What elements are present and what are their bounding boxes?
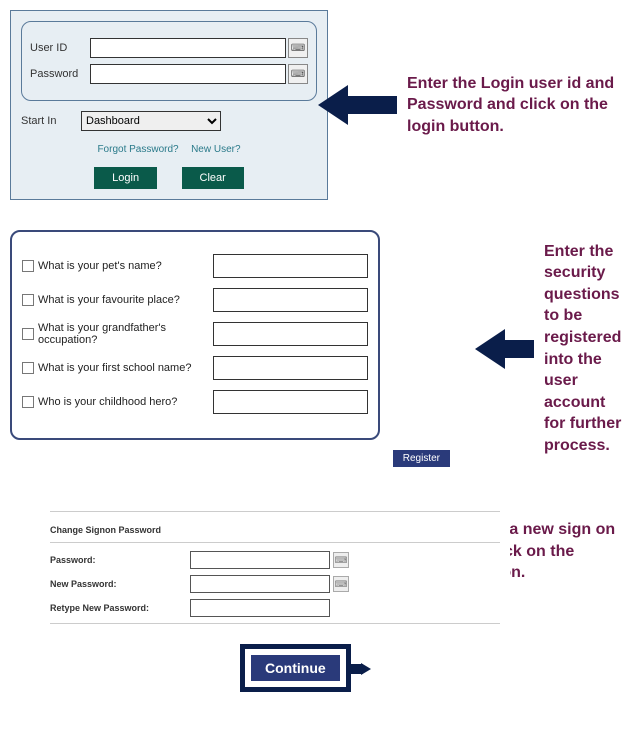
- security-questions-panel: What is your pet's name? What is your fa…: [10, 230, 380, 440]
- login-credentials-box: User ID ⌨ Password ⌨: [21, 21, 317, 101]
- change-password-panel: Change Signon Password Password: ⌨ New P…: [40, 497, 510, 702]
- security-checkbox[interactable]: [22, 396, 34, 408]
- pointer-icon: [361, 663, 371, 675]
- password-input[interactable]: [90, 64, 286, 84]
- security-checkbox[interactable]: [22, 294, 34, 306]
- security-question-label: What is your first school name?: [38, 362, 213, 374]
- security-answer-input[interactable]: [213, 356, 368, 380]
- user-id-label: User ID: [30, 42, 90, 54]
- security-caption: Enter the security questions to be regis…: [544, 241, 627, 457]
- security-answer-input[interactable]: [213, 288, 368, 312]
- security-answer-input[interactable]: [213, 390, 368, 414]
- keyboard-icon[interactable]: ⌨: [288, 64, 308, 84]
- register-button[interactable]: Register: [393, 450, 450, 467]
- start-in-label: Start In: [21, 115, 81, 127]
- security-answer-input[interactable]: [213, 322, 368, 346]
- login-panel: User ID ⌨ Password ⌨ Start In Dashboard …: [10, 10, 328, 200]
- security-answer-input[interactable]: [213, 254, 368, 278]
- arrow-left-icon: [318, 85, 397, 125]
- security-checkbox[interactable]: [22, 260, 34, 272]
- login-caption: Enter the Login user id and Password and…: [407, 73, 627, 138]
- keyboard-icon[interactable]: ⌨: [333, 576, 349, 592]
- login-button[interactable]: Login: [94, 167, 157, 189]
- cp-new-password-label: New Password:: [50, 579, 190, 589]
- keyboard-icon[interactable]: ⌨: [288, 38, 308, 58]
- keyboard-icon[interactable]: ⌨: [333, 552, 349, 568]
- continue-highlight-box: Continue: [240, 644, 351, 692]
- change-password-title: Change Signon Password: [50, 525, 161, 535]
- security-question-label: What is your pet's name?: [38, 260, 213, 272]
- security-checkbox[interactable]: [22, 328, 34, 340]
- password-label: Password: [30, 68, 90, 80]
- cp-password-input[interactable]: [190, 551, 330, 569]
- security-question-label: What is your favourite place?: [38, 294, 213, 306]
- security-question-label: Who is your childhood hero?: [38, 396, 213, 408]
- security-checkbox[interactable]: [22, 362, 34, 374]
- cp-new-password-input[interactable]: [190, 575, 330, 593]
- continue-button[interactable]: Continue: [251, 655, 340, 681]
- new-user-link[interactable]: New User?: [191, 144, 240, 155]
- cp-retype-input[interactable]: [190, 599, 330, 617]
- arrow-left-icon: [475, 329, 534, 369]
- user-id-input[interactable]: [90, 38, 286, 58]
- forgot-password-link[interactable]: Forgot Password?: [97, 144, 178, 155]
- security-question-label: What is your grandfather's occupation?: [38, 322, 213, 346]
- clear-button[interactable]: Clear: [182, 167, 244, 189]
- start-in-select[interactable]: Dashboard: [81, 111, 221, 131]
- cp-password-label: Password:: [50, 555, 190, 565]
- cp-retype-label: Retype New Password:: [50, 603, 190, 613]
